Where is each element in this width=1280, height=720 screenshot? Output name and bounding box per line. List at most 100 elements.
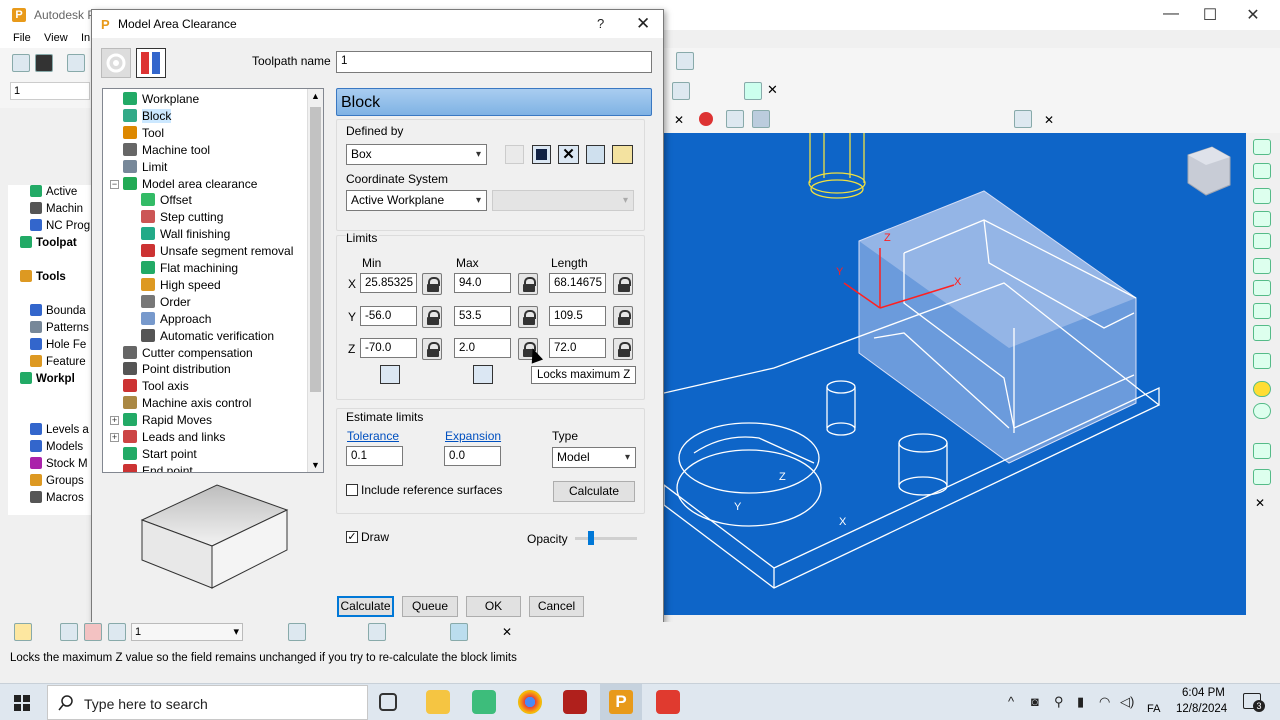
menu-view[interactable]: View	[44, 32, 68, 44]
undo-icon[interactable]	[1253, 469, 1271, 485]
app-green-icon[interactable]	[472, 690, 496, 714]
explorer-item[interactable]: Workpl	[20, 372, 75, 389]
shade-icon[interactable]	[726, 110, 744, 128]
toolpath-icon[interactable]	[84, 623, 102, 641]
explorer-item[interactable]: NC Prog	[30, 219, 90, 236]
tree-expander[interactable]: −	[110, 179, 119, 189]
search-icon[interactable]	[672, 82, 690, 100]
explorer-item[interactable]: Levels a	[30, 423, 89, 440]
opacity-slider-thumb[interactable]	[587, 531, 594, 545]
menu-insert[interactable]: In	[81, 32, 90, 44]
type-select[interactable]: Model ▾	[552, 447, 636, 468]
iso-view-icon[interactable]	[1253, 211, 1271, 227]
tree-item[interactable]: Unsafe segment removal	[141, 243, 293, 260]
reset-min-icon[interactable]	[380, 365, 400, 384]
wireframe-icon[interactable]	[752, 110, 770, 128]
explorer-item[interactable]: Machin	[30, 202, 83, 219]
queue-button[interactable]: Queue	[402, 596, 458, 617]
x-min-lock-icon[interactable]	[422, 273, 442, 295]
explorer-item[interactable]: Feature	[30, 355, 86, 372]
block-from-model-icon[interactable]	[586, 145, 605, 164]
close-viewbar-icon[interactable]: ✕	[674, 113, 684, 127]
tree-expander[interactable]: +	[110, 416, 119, 426]
tolerance-input[interactable]: 0.1	[346, 446, 403, 466]
strategy-icon[interactable]	[101, 48, 131, 78]
defined-by-select[interactable]: Box ▾	[346, 144, 487, 165]
dialog-close-button[interactable]: ✕	[636, 14, 650, 34]
shading-icon[interactable]	[1253, 303, 1271, 319]
help-button[interactable]: ?	[597, 16, 604, 31]
active-toolpath-combo[interactable]: 1 ▾	[131, 623, 243, 641]
close-bottom-icon[interactable]: ✕	[502, 625, 512, 639]
tree-scrollbar-thumb[interactable]	[310, 107, 321, 392]
tree-item[interactable]: Model area clearance	[123, 176, 257, 193]
tree-item[interactable]: Tool axis	[123, 378, 189, 395]
x-max-lock-icon[interactable]	[518, 273, 538, 295]
sync-icon[interactable]	[67, 54, 85, 72]
x-min-input[interactable]: 25.85325	[360, 273, 417, 293]
tree-item[interactable]: Order	[141, 294, 191, 311]
z-min-lock-icon[interactable]	[422, 338, 442, 360]
volume-icon[interactable]: ◁)	[1120, 694, 1134, 710]
print-icon[interactable]	[1253, 139, 1271, 155]
tree-item[interactable]: Automatic verification	[141, 328, 274, 345]
window-close-button[interactable]: ✕	[1238, 5, 1268, 25]
notifications-icon[interactable]: 3	[1243, 693, 1265, 712]
delete-block-icon[interactable]: ✕	[558, 145, 579, 164]
toolpath-preview-icon[interactable]	[136, 48, 166, 78]
draw-checkbox[interactable]: ✓	[346, 531, 358, 543]
zoom-icon[interactable]	[1253, 258, 1271, 274]
feature-icon[interactable]	[368, 623, 386, 641]
close-toolbar-icon[interactable]: ✕	[767, 82, 778, 98]
close-rightbar-icon[interactable]: ✕	[1255, 496, 1265, 510]
taskbar-search[interactable]: Type here to search	[47, 685, 368, 720]
explorer-item[interactable]: Tools	[20, 270, 66, 287]
stock-icon[interactable]	[1253, 353, 1271, 369]
battery-icon[interactable]: ▮	[1077, 694, 1084, 710]
tree-expander[interactable]: +	[110, 433, 119, 442]
explorer-item[interactable]: Macros	[30, 491, 84, 508]
tree-item[interactable]: Start point	[123, 446, 197, 463]
x-length-lock-icon[interactable]	[613, 273, 633, 295]
x-length-input[interactable]: 68.14675	[549, 273, 606, 293]
tree-item[interactable]: Leads and links	[123, 429, 225, 446]
folder-icon[interactable]	[14, 623, 32, 641]
top-view-icon[interactable]	[1253, 233, 1271, 249]
tree-item[interactable]: Cutter compensation	[123, 345, 253, 362]
save-icon[interactable]	[35, 54, 53, 72]
solidworks-icon[interactable]	[563, 690, 587, 714]
toolpath-name-input[interactable]: 1	[336, 51, 652, 73]
scroll-down-icon[interactable]: ▼	[311, 460, 320, 470]
key-icon[interactable]	[612, 145, 633, 164]
toolpath-combo[interactable]: 1	[10, 82, 90, 100]
tree-item[interactable]: Wall finishing	[141, 226, 230, 243]
include-reference-checkbox[interactable]	[346, 484, 358, 496]
windows-start-icon[interactable]	[14, 695, 30, 711]
task-view-icon[interactable]	[379, 693, 397, 711]
z-min-input[interactable]: -70.0	[360, 338, 417, 358]
y-length-lock-icon[interactable]	[613, 306, 633, 328]
z-max-input[interactable]: 2.0	[454, 338, 511, 358]
explorer-item[interactable]: Active	[30, 185, 77, 202]
language-indicator[interactable]: FA	[1147, 703, 1160, 715]
cube-view-icon[interactable]	[1253, 188, 1271, 204]
sphere-icon[interactable]	[1253, 381, 1271, 397]
close-viewbar2-icon[interactable]: ✕	[1044, 113, 1054, 127]
tree-item[interactable]: Limit	[123, 159, 167, 176]
tree-item[interactable]: Flat machining	[141, 260, 238, 277]
powermill-taskbar-active[interactable]: P	[600, 684, 642, 720]
autodesk-icon[interactable]	[656, 690, 680, 714]
minimize-button[interactable]: —	[1156, 5, 1186, 23]
tree-item[interactable]: Tool	[123, 125, 164, 142]
tree-item[interactable]: Step cutting	[141, 209, 223, 226]
verify-icon[interactable]	[744, 82, 762, 100]
y-length-input[interactable]: 109.5	[549, 306, 606, 326]
file-explorer-icon[interactable]	[426, 690, 450, 714]
tree-scrollbar[interactable]: ▲ ▼	[307, 89, 323, 472]
doc-icon[interactable]	[1253, 163, 1271, 179]
tree-item[interactable]: Workplane	[123, 91, 199, 108]
grid-icon[interactable]	[60, 623, 78, 641]
explorer-item[interactable]: Bounda	[30, 304, 86, 321]
calculate-button[interactable]: Calculate	[337, 596, 394, 617]
tray-chevron-icon[interactable]: ^	[1008, 694, 1014, 709]
